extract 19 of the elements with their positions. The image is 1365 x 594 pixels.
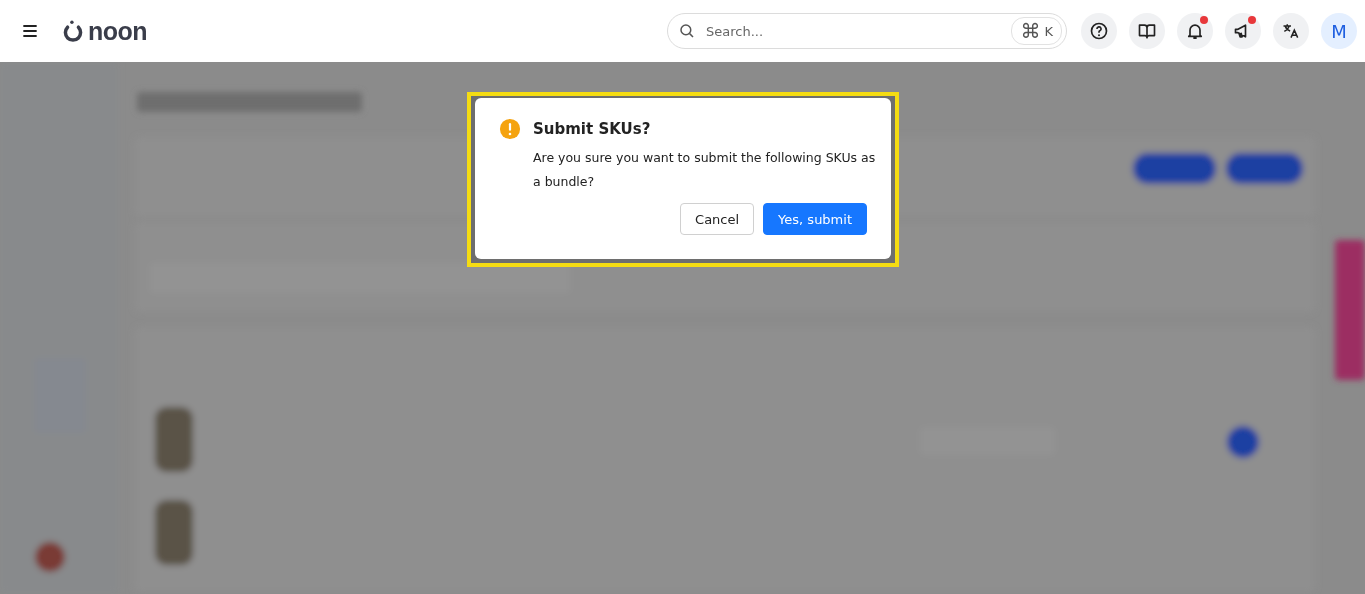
dialog-title: Submit SKUs? bbox=[533, 120, 651, 138]
logo-text: noon bbox=[88, 16, 148, 46]
book-icon bbox=[1137, 21, 1157, 41]
bell-button[interactable] bbox=[1177, 13, 1213, 49]
dialog-message: Are you sure you want to submit the following SKUs as a bundle? bbox=[533, 149, 877, 191]
help-icon bbox=[1089, 21, 1109, 41]
bell-icon bbox=[1185, 21, 1205, 41]
book-button[interactable] bbox=[1129, 13, 1165, 49]
warning-icon bbox=[499, 118, 521, 140]
translate-button[interactable] bbox=[1273, 13, 1309, 49]
notification-dot bbox=[1200, 16, 1208, 24]
notification-dot bbox=[1248, 16, 1256, 24]
submit-button[interactable]: Yes, submit bbox=[763, 203, 867, 235]
translate-icon bbox=[1281, 21, 1301, 41]
search-icon bbox=[678, 22, 696, 40]
avatar[interactable]: M bbox=[1321, 13, 1357, 49]
cancel-button[interactable]: Cancel bbox=[680, 203, 755, 235]
help-button[interactable] bbox=[1081, 13, 1117, 49]
megaphone-button[interactable] bbox=[1225, 13, 1261, 49]
